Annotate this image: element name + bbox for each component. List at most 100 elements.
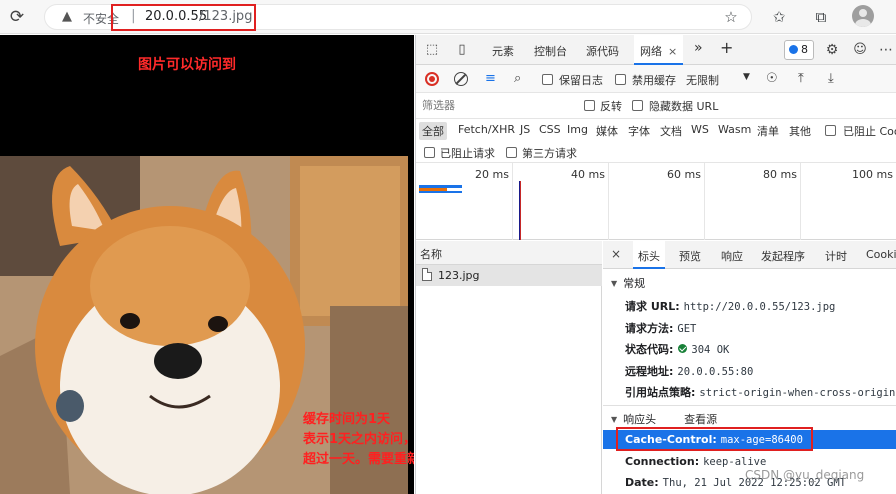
tab-console[interactable]: 控制台 [534,43,567,59]
throttling-select[interactable]: 无限制 [686,72,719,88]
preserve-log-label: 保留日志 [559,74,603,87]
close-icon[interactable]: × [611,247,621,261]
type-ws[interactable]: WS [688,122,712,137]
cache-control-highlight-box [616,427,813,451]
type-css[interactable]: CSS [536,122,564,137]
annotation-line: 超过一天。需要重新重磁盘读取 [303,452,414,467]
waterfall-bar [419,191,462,193]
general-section-header[interactable]: ▼ 常规 [603,275,896,291]
type-other[interactable]: 其他 [786,122,814,140]
tab-response[interactable]: 响应 [721,248,743,264]
tab-network[interactable]: 网络 × [634,35,684,65]
type-wasm[interactable]: Wasm [715,122,754,137]
network-toolbar: ≡ ⌕ 保留日志 禁用缓存 无限制 ▼ ☉ ⤒ ⤓ [416,65,896,93]
record-icon[interactable] [425,72,439,86]
tab-timing[interactable]: 计时 [825,248,847,264]
issues-icon [789,45,798,54]
third-party-checkbox[interactable] [506,147,517,158]
blocked-cookies-label: 已阻止 Coo [843,125,896,138]
import-icon[interactable]: ⤒ [798,71,804,87]
issues-badge[interactable]: 8 [784,40,814,60]
request-list: 名称 123.jpg [416,241,602,494]
tab-preview[interactable]: 预览 [679,248,701,264]
disable-cache-label: 禁用缓存 [632,74,676,87]
header-value: strict-origin-when-cross-origin [699,387,896,399]
load-line [520,181,521,240]
reload-icon[interactable]: ⟳ [6,6,28,28]
response-row: Connection: keep-alive [625,455,766,468]
issues-count: 8 [801,43,808,56]
profile-icon[interactable] [852,5,874,27]
type-all[interactable]: 全部 [419,122,447,140]
tick-line [608,163,609,240]
preserve-log-checkbox[interactable] [542,74,553,85]
clear-icon[interactable] [454,72,468,86]
blocked-requests-checkbox[interactable] [424,147,435,158]
more-tabs-icon[interactable]: » [694,40,703,56]
favorites-icon[interactable]: ✩ [768,6,790,28]
tab-elements[interactable]: 元素 [492,43,514,59]
network-conditions-icon[interactable]: ☉ [766,71,778,87]
header-value: 20.0.0.55:80 [677,366,754,378]
warning-icon[interactable]: ▲ [59,9,75,25]
type-js[interactable]: JS [517,122,533,137]
tab-cookies[interactable]: Cookie [866,248,896,261]
tab-sources[interactable]: 源代码 [586,43,619,59]
type-fetch-xhr[interactable]: Fetch/XHR [455,122,518,137]
detail-tabbar: × 标头 预览 响应 发起程序 计时 Cookie [603,241,896,269]
general-title: 常规 [623,277,646,290]
type-media[interactable]: 媒体 [593,122,621,140]
search-icon[interactable]: ⌕ [514,71,521,87]
export-icon[interactable]: ⤓ [828,71,834,87]
page-viewport: 图片可以访问到 缓存时间为1天 表示1天之内访问，都是直接经过缓存访问， 超过一… [0,35,414,494]
invert-checkbox[interactable] [584,100,595,111]
reader-mode-icon[interactable]: ☆ [720,6,742,28]
inspect-icon[interactable]: ⬚ [422,40,442,60]
response-title: 响应头 [623,413,657,426]
cache-annotation: 缓存时间为1天 表示1天之内访问，都是直接经过缓存访问， 超过一天。需要重新重磁… [303,410,414,470]
filter-input[interactable]: 筛选器 [420,97,568,115]
view-source-link[interactable]: 查看源 [684,413,717,426]
gear-icon[interactable]: ⚙ [822,40,842,60]
url-highlight-box [111,4,256,31]
hide-data-urls-label: 隐藏数据 URL [649,100,719,113]
type-font[interactable]: 字体 [625,122,653,140]
caret-down-icon: ▼ [611,279,618,288]
type-doc[interactable]: 文档 [657,122,685,140]
tab-headers[interactable]: 标头 [633,241,665,269]
collections-icon[interactable]: ⧉ [810,6,832,28]
general-row: 请求 URL: http://20.0.0.55/123.jpg [625,298,835,314]
request-detail: × 标头 预览 响应 发起程序 计时 Cookie ▼ 常规 请求 URL:htt… [603,241,896,494]
network-overview[interactable]: 20 ms 40 ms 60 ms 80 ms 100 ms [416,163,896,240]
request-row[interactable]: 123.jpg [416,265,602,286]
header-key: 远程地址: [625,365,674,378]
profile-icon[interactable]: ☺ [850,40,870,60]
tick-line [704,163,705,240]
general-row: 请求方法: GET [625,320,696,336]
response-headers-section-header[interactable]: ▼ 响应头 查看源 [603,411,896,427]
type-filter-row: 全部 Fetch/XHR JS CSS Img 媒体 字体 文档 WS Wasm… [416,119,896,141]
general-row: 引用站点策略: strict-origin-when-cross-origin [625,384,895,400]
disable-cache-checkbox[interactable] [615,74,626,85]
type-img[interactable]: Img [564,122,591,137]
header-key: Date: [625,476,659,489]
more-options-icon[interactable]: ⋯ [876,40,896,60]
annotation-line: 表示1天之内访问，都是直接经过缓存访问， [303,432,414,447]
tab-network-label: 网络 [640,45,662,58]
header-key: 状态代码: [625,343,674,356]
type-manifest[interactable]: 清单 [754,122,782,140]
name-column-header[interactable]: 名称 [416,241,602,265]
blocked-cookies-checkbox[interactable] [825,125,836,136]
header-key: 请求方法: [625,322,674,335]
tab-initiator[interactable]: 发起程序 [761,248,805,264]
devtools-tabbar: ⬚ ▯ 元素 控制台 源代码 网络 × » + 8 ⚙ ☺ ⋯ [416,35,896,65]
close-icon[interactable]: × [668,45,677,58]
filter-icon[interactable]: ≡ [485,71,496,87]
device-toggle-icon[interactable]: ▯ [452,40,472,60]
tick-label: 40 ms [571,168,605,181]
chevron-down-icon[interactable]: ▼ [743,72,750,82]
add-tab-icon[interactable]: + [720,38,733,57]
hide-data-urls-checkbox[interactable] [632,100,643,111]
browser-toolbar: ⟳ ▲ 不安全 | 20.0.0.55 /123.jpg ☆ ✩ ⧉ [0,0,896,34]
caption-top: 图片可以访问到 [138,57,236,73]
